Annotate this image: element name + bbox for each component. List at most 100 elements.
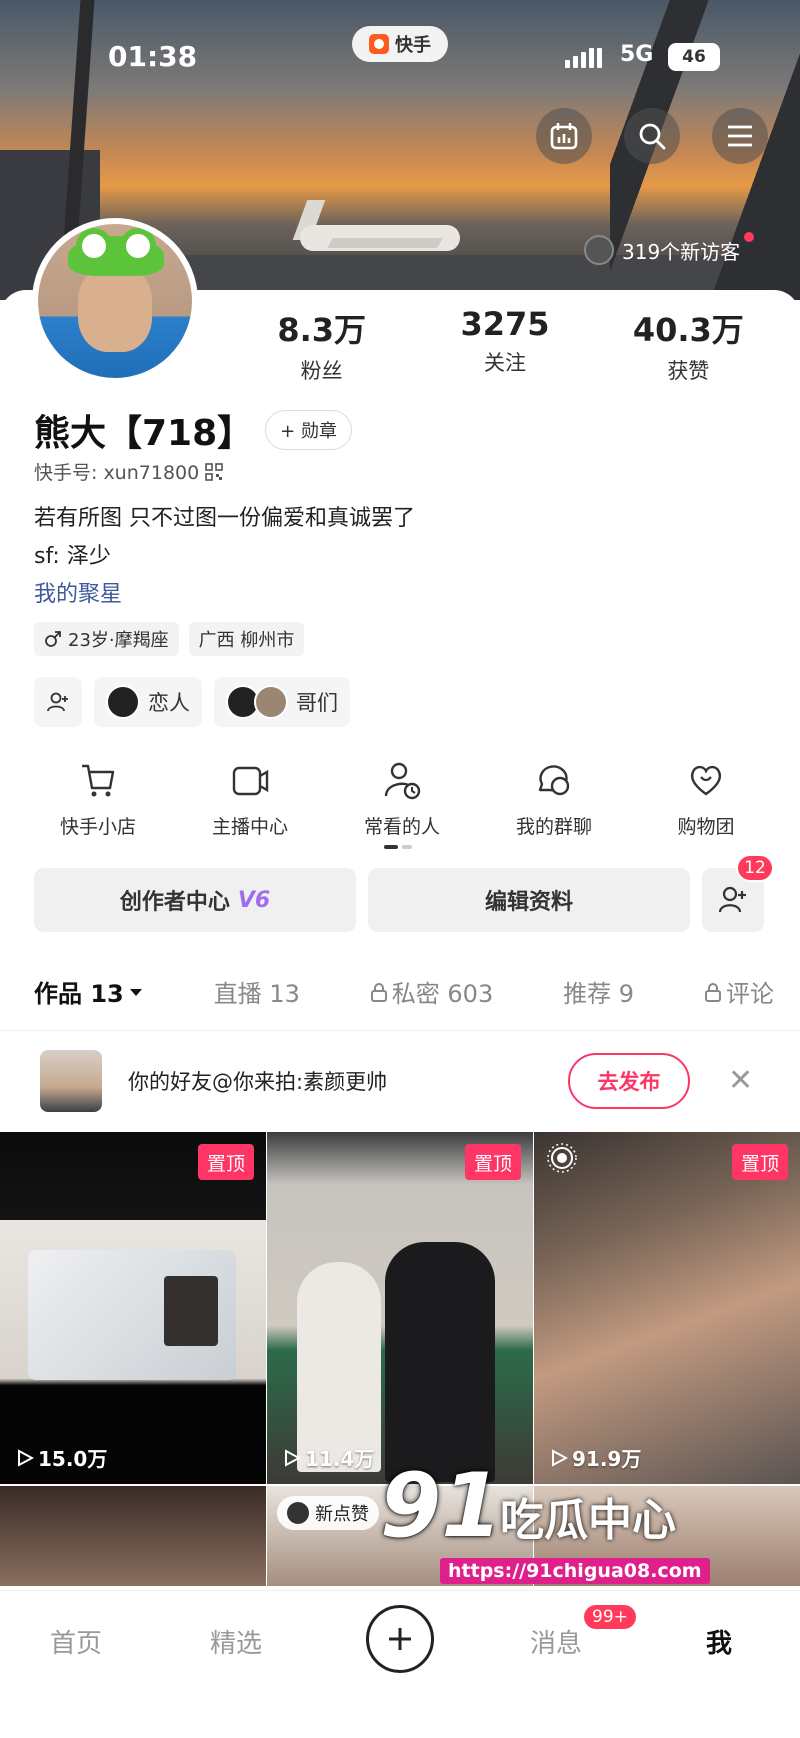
video-thumbnail[interactable]: 置顶 15.0万 bbox=[0, 1132, 266, 1484]
pinned-badge: 置顶 bbox=[464, 1144, 521, 1180]
tab-label: 私密 603 bbox=[391, 980, 494, 1008]
person-figure bbox=[385, 1242, 495, 1482]
friend-request-count: 12 bbox=[736, 854, 774, 882]
menu-icon bbox=[728, 125, 752, 147]
calendar-button[interactable] bbox=[536, 108, 592, 164]
view-count: 11.4万 bbox=[283, 1443, 374, 1472]
create-button[interactable] bbox=[366, 1605, 434, 1673]
shortcut-anchor[interactable]: 主播中心 bbox=[174, 760, 326, 839]
close-icon[interactable]: ✕ bbox=[728, 1063, 753, 1098]
relation-label: 哥们 bbox=[296, 691, 338, 715]
nav-messages[interactable]: 消息 bbox=[530, 1623, 582, 1660]
caret-down-icon bbox=[129, 988, 142, 996]
app-pill-label: 快手 bbox=[395, 35, 431, 56]
pinned-badge: 置顶 bbox=[197, 1144, 254, 1180]
id-card-image bbox=[28, 1250, 236, 1380]
site-watermark: 91 吃瓜中心 https://91chigua08.com bbox=[380, 1462, 710, 1584]
shortcut-shopping-group[interactable]: 购物团 bbox=[630, 760, 782, 839]
avatar[interactable] bbox=[32, 218, 198, 384]
lover-avatar bbox=[106, 685, 140, 719]
visitor-avatar bbox=[584, 235, 614, 265]
add-relation-button[interactable] bbox=[34, 677, 82, 727]
play-icon bbox=[552, 1448, 568, 1467]
tab-comments[interactable]: 评论 bbox=[704, 974, 774, 1009]
camera-icon bbox=[232, 766, 269, 796]
qr-code-icon bbox=[205, 462, 224, 481]
shortcut-label: 购物团 bbox=[677, 816, 735, 838]
watermark-title: 吃瓜中心 bbox=[500, 1495, 676, 1546]
shortcut-shop[interactable]: 快手小店 bbox=[22, 760, 174, 839]
play-icon bbox=[285, 1448, 301, 1467]
heart-bag-icon bbox=[691, 765, 721, 796]
video-thumbnail[interactable]: 置顶 91.9万 bbox=[534, 1132, 800, 1484]
bio-line: 若有所图 只不过图一份偏爱和真诚罢了 bbox=[34, 506, 415, 531]
invite-thumbnail bbox=[40, 1049, 102, 1112]
friend-requests-button[interactable]: 12 bbox=[702, 854, 774, 932]
liker-avatar bbox=[287, 1502, 309, 1524]
tab-label: 作品 13 bbox=[34, 980, 124, 1008]
pinned-badge: 置顶 bbox=[731, 1144, 788, 1180]
nav-me[interactable]: 我 bbox=[706, 1623, 732, 1660]
person-figure bbox=[297, 1262, 381, 1472]
video-thumbnail[interactable] bbox=[0, 1486, 266, 1586]
visitors-label: 319个新访客 bbox=[622, 239, 741, 264]
relation-brothers[interactable]: 哥们 bbox=[214, 677, 350, 727]
stat-value: 8.3万 bbox=[277, 311, 367, 349]
shortcut-row: 快手小店 主播中心 常看的人 我的群聊 购物团 bbox=[22, 760, 782, 839]
messages-count-badge: 99+ bbox=[582, 1603, 638, 1631]
bio-line: sf: 泽少 bbox=[34, 544, 111, 569]
kuaishou-app-pill[interactable]: 快手 bbox=[352, 26, 448, 62]
calendar-icon bbox=[550, 123, 578, 150]
signal-icon bbox=[565, 48, 602, 68]
shortcut-label: 我的群聊 bbox=[515, 816, 592, 838]
stat-label: 关注 bbox=[483, 351, 526, 375]
nav-home[interactable]: 首页 bbox=[50, 1623, 102, 1660]
menu-button[interactable] bbox=[712, 108, 768, 164]
profile-stats: 8.3万 粉丝 3275 关注 40.3万 获赞 bbox=[230, 305, 780, 385]
view-count: 15.0万 bbox=[16, 1443, 107, 1472]
stat-fans[interactable]: 8.3万 粉丝 bbox=[230, 305, 413, 385]
stat-likes[interactable]: 40.3万 获赞 bbox=[597, 305, 780, 385]
network-type: 5G bbox=[620, 42, 654, 67]
stat-value: 3275 bbox=[460, 305, 550, 343]
profile-tags: 23岁·摩羯座 广西 柳州市 bbox=[34, 622, 305, 656]
name-row: 熊大【718】 + 勋章 bbox=[34, 404, 352, 456]
relation-lover[interactable]: 恋人 bbox=[94, 677, 202, 727]
kuaishou-logo-icon bbox=[369, 34, 389, 54]
chat-group-icon bbox=[538, 765, 570, 796]
tab-private[interactable]: 私密 603 bbox=[370, 974, 493, 1009]
location-tag: 广西 柳州市 bbox=[188, 622, 305, 656]
new-visitors-button[interactable]: 319个新访客 bbox=[584, 230, 755, 270]
watermark-url: https://91chigua08.com bbox=[440, 1558, 710, 1584]
search-button[interactable] bbox=[624, 108, 680, 164]
search-icon bbox=[639, 123, 666, 150]
battery-indicator: 46 bbox=[668, 43, 720, 71]
shortcut-frequent[interactable]: 常看的人 bbox=[326, 760, 478, 839]
creator-center-label: 创作者中心 bbox=[119, 890, 230, 915]
edit-profile-button[interactable]: 编辑资料 bbox=[368, 868, 690, 932]
profile-bio: 若有所图 只不过图一份偏爱和真诚罢了 sf: 泽少 我的聚星 bbox=[34, 500, 415, 614]
tab-live[interactable]: 直播 13 bbox=[214, 974, 300, 1009]
tab-works[interactable]: 作品 13 bbox=[34, 974, 144, 1009]
tab-recommend[interactable]: 推荐 9 bbox=[563, 974, 634, 1009]
add-friend-icon bbox=[718, 886, 746, 913]
add-badge-button[interactable]: + 勋章 bbox=[265, 410, 352, 450]
view-count-text: 91.9万 bbox=[572, 1447, 642, 1471]
video-thumbnail[interactable]: 置顶 11.4万 bbox=[267, 1132, 533, 1484]
content-tabs: 作品 13 直播 13 私密 603 推荐 9 评论 bbox=[34, 974, 774, 1009]
stat-following[interactable]: 3275 关注 bbox=[413, 305, 596, 385]
relation-label: 恋人 bbox=[148, 691, 190, 715]
publish-button[interactable]: 去发布 bbox=[568, 1052, 690, 1109]
lock-icon bbox=[370, 982, 387, 1002]
creator-level: V6 bbox=[237, 887, 271, 913]
creator-center-button[interactable]: 创作者中心 V6 bbox=[34, 868, 356, 932]
action-buttons: 创作者中心 V6 编辑资料 12 bbox=[34, 854, 774, 932]
invite-text: 你的好友@你来拍:素颜更帅 bbox=[128, 1069, 388, 1094]
nav-featured[interactable]: 精选 bbox=[210, 1623, 262, 1660]
relations-row: 恋人 哥们 bbox=[34, 677, 350, 727]
shortcut-groupchat[interactable]: 我的群聊 bbox=[478, 760, 630, 839]
shortcut-label: 主播中心 bbox=[211, 816, 288, 838]
profile-name: 熊大【718】 bbox=[34, 413, 254, 454]
jux-link[interactable]: 我的聚星 bbox=[34, 576, 415, 614]
kuaishou-id[interactable]: 快手号: xun71800 bbox=[34, 458, 224, 485]
